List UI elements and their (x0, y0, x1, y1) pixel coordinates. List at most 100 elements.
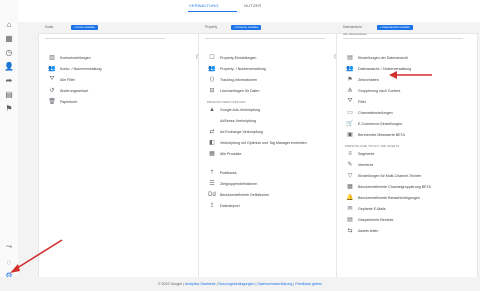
property-column: Property + Property erstellen ☐ Property-… (198, 25, 339, 284)
create-property-button[interactable]: + Property erstellen (231, 25, 262, 30)
admin-menu-item[interactable]: ▣ Berechnete Messwerte BETA (337, 129, 477, 140)
admin-menu-item[interactable]: ▤AdSense-Verknüpfung (199, 115, 337, 126)
funnel-icon: ▽ (347, 173, 353, 179)
admin-menu-item[interactable]: ▦ Benutzerdefinierte Channelgruppierung B… (337, 181, 477, 192)
admin-menu-item[interactable]: ⊟ Löschanfragen für Daten (199, 85, 337, 96)
filter-icon: ⛛ (49, 76, 55, 82)
admin-menu-item[interactable]: ↺ Änderungsverlauf (39, 85, 199, 96)
footer-link-privacy[interactable]: Datenschutzerklärung (257, 282, 292, 286)
conversions-icon[interactable]: ⚑ (4, 104, 14, 114)
admin-menu-item-label: Postbacks (220, 170, 237, 175)
optimize-icon: ◧ (209, 140, 215, 146)
admin-menu-item-label: Zielgruppendefinitionen (220, 181, 258, 186)
admin-menu-item[interactable]: Dd Benutzerdefinierte Definitionen (199, 189, 337, 200)
admin-menu-item[interactable]: ⇄ Ad Exchange-Verknüpfung (199, 126, 337, 137)
admin-menu-item[interactable]: ▲ Google Ads-Verknüpfung (199, 104, 337, 115)
column-label: Property (205, 25, 218, 29)
admin-menu-item[interactable]: ▭ Channeleinstellungen (337, 107, 477, 118)
admin-menu-item[interactable]: 🛒 E-Commerce-Einstellungen (337, 118, 477, 129)
report-icon: ▤ (347, 217, 353, 223)
realtime-icon[interactable]: ◷ (4, 48, 14, 58)
column-label: Datenansicht (343, 25, 362, 29)
account-selector[interactable] (45, 32, 165, 39)
admin-menu-item-label: Einstellungen der Datenansicht (358, 55, 408, 60)
create-view-button[interactable]: + Datenansicht erstellen (377, 25, 414, 30)
admin-menu-item[interactable]: ▦ Alle Produkte (199, 148, 337, 159)
admin-menu-item[interactable]: ☐ Property-Einstellungen (199, 52, 337, 63)
admin-menu-item-label: Gespeicherte Berichte (358, 217, 394, 222)
admin-menu-item[interactable]: ✉ Geplante E-Mails (337, 203, 477, 214)
admin-menu-item[interactable]: ⚑ Zielvorhaben (337, 74, 477, 85)
calc-icon: ▣ (347, 132, 353, 138)
admin-menu-item[interactable]: ▽ Einstellungen für Multi-Channel-Trichte… (337, 170, 477, 181)
admin-menu-item[interactable]: 👥 Datenansicht- / Nutzerverwaltung (337, 63, 477, 74)
behavior-icon[interactable]: ▤ (4, 90, 14, 100)
admin-menu-item-label: Alle Filter (60, 77, 75, 82)
admin-menu-item-label: Benutzerdefinierte Definitionen (220, 192, 270, 197)
tab-verwaltung[interactable]: VERWALTUNG (189, 3, 219, 8)
admin-menu-item-label: Änderungsverlauf (60, 88, 89, 93)
admin-main: Konto + Konto erstellen ▥ Kontoeinstellun… (18, 22, 480, 284)
column-label: Konto (45, 25, 54, 29)
admin-menu-item[interactable]: ⛛ Filter (337, 96, 477, 107)
footer-link-home[interactable]: Analytics-Startseite (185, 282, 216, 286)
admin-menu-item-label: Gruppierung nach Content (358, 88, 401, 93)
admin-menu-item[interactable]: ⇪ Datenimport (199, 200, 337, 211)
customization-icon[interactable]: ▦ (4, 34, 14, 44)
admin-menu-item-label: Papierkorb (60, 99, 78, 104)
admin-menu-item[interactable]: ▤ Gespeicherte Berichte (337, 214, 477, 225)
left-nav-rail: ⌂ ▦ ◷ 👤 ➦ ▤ ⚑ ⤳ ◌ ⚙ › (0, 0, 19, 292)
admin-menu-item-label: Zielvorhaben (358, 77, 379, 82)
view-column: Datenansicht + Datenansicht erstellen Al… (336, 25, 478, 284)
admin-menu-item[interactable]: ▥ Kontoeinstellungen (39, 52, 199, 63)
admin-menu-item[interactable]: 👥 Konto- / Nutzerverwaltung (39, 63, 199, 74)
admin-menu-item[interactable]: ✎ Vermerke (337, 159, 477, 170)
doc-icon: ▤ (347, 55, 353, 61)
view-column-header: Datenansicht + Datenansicht erstellen Al… (337, 25, 477, 50)
admin-menu-item-label: Berechnete Messwerte BETA (358, 132, 405, 137)
admin-menu-item[interactable]: 🗑 Papierkorb (39, 96, 199, 107)
delete-data-icon: ⊟ (209, 88, 215, 94)
copyright-text: © 2022 Google (157, 282, 183, 286)
ads-icon: ▲ (209, 106, 215, 113)
share-icon: ⇆ (347, 228, 353, 234)
view-selector[interactable]: Alle Websitedaten (343, 32, 463, 39)
create-account-button[interactable]: + Konto erstellen (71, 25, 99, 30)
admin-menu-item[interactable]: 🔔 Benutzerdefinierte Benachrichtigungen (337, 192, 477, 203)
admin-menu-item[interactable]: ⛛ Alle Filter (39, 74, 199, 85)
admin-menu-item-label: Benutzerdefinierte Channelgruppierung BE… (358, 184, 431, 189)
settings-icon: ☐ (209, 55, 215, 61)
attribution-icon[interactable]: ⤳ (4, 242, 14, 252)
footer-link-terms[interactable]: Nutzungsbedingungen (219, 282, 255, 286)
segment-icon: ≡ (348, 150, 352, 157)
admin-menu-item-label: Datenansicht- / Nutzerverwaltung (358, 66, 412, 71)
property-column-header: Property + Property erstellen (199, 25, 337, 50)
history-icon: ↺ (49, 88, 55, 94)
acquisition-icon[interactable]: ➦ (4, 76, 14, 86)
property-selector[interactable] (205, 32, 325, 39)
admin-menu-item[interactable]: ⟨⟩ Tracking-Informationen (199, 74, 337, 85)
admin-menu-item[interactable]: ◧ Verknüpfung mit Optimize und Tag Manage… (199, 137, 337, 148)
home-icon[interactable]: ⌂ (4, 20, 14, 30)
admin-menu-item-label: AdSense-Verknüpfung (220, 118, 256, 123)
admin-menu-item-label: Vermerke (358, 162, 374, 167)
building-icon: ▥ (49, 55, 55, 61)
admin-menu-item[interactable]: 👥 Property- / Nutzerverwaltung (199, 63, 337, 74)
discover-icon[interactable]: ◌ (4, 258, 14, 268)
admin-menu-item[interactable]: ⋔ Gruppierung nach Content (337, 85, 477, 96)
admin-menu-item-label: Ad Exchange-Verknüpfung (220, 129, 263, 134)
admin-menu-item[interactable]: ⇡ Postbacks (199, 167, 337, 178)
import-icon: ⇪ (209, 203, 215, 209)
footer-link-feedback[interactable]: Feedback geben (295, 282, 322, 286)
admin-menu-item[interactable]: ☰ Zielgruppendefinitionen (199, 178, 337, 189)
admin-menu-item-label: Property- / Nutzerverwaltung (220, 66, 266, 71)
active-tab-indicator (188, 11, 237, 12)
exchange-icon: ⇄ (209, 129, 215, 135)
admin-menu-item[interactable]: ⇆ Assets teilen (337, 225, 477, 236)
section-heading: PRODUKTVERKNÜPFUNG (207, 100, 246, 104)
audience-nav-icon[interactable]: 👤 (4, 62, 14, 72)
tab-nutzer[interactable]: NUTZER (244, 3, 261, 8)
admin-menu-item[interactable]: ≡ Segmente (337, 148, 477, 159)
admin-menu-item[interactable]: ▤ Einstellungen der Datenansicht (337, 52, 477, 63)
custom-channel-icon: ▦ (347, 184, 353, 190)
